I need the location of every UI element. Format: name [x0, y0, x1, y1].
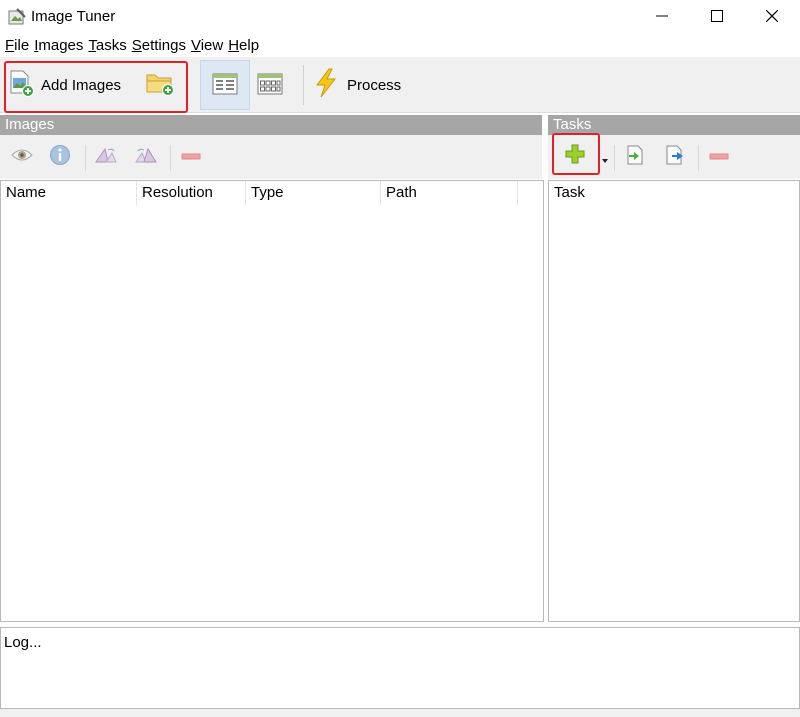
- import-icon: [626, 145, 644, 168]
- add-task-dropdown[interactable]: [600, 151, 610, 165]
- minus-icon: [709, 148, 729, 164]
- details-view-button[interactable]: [200, 60, 250, 110]
- add-task-button[interactable]: [560, 140, 590, 170]
- minimize-button[interactable]: [634, 0, 690, 34]
- thumbnails-view-icon: [257, 73, 283, 98]
- tasks-list[interactable]: Task: [548, 180, 800, 622]
- images-toolbar-separator: [85, 145, 86, 171]
- info-icon: [49, 144, 71, 169]
- add-image-file-icon: [9, 69, 35, 101]
- status-bar: [0, 709, 800, 717]
- column-header-path[interactable]: Path: [381, 181, 518, 205]
- rotate-right-button[interactable]: [132, 142, 160, 170]
- column-header-name[interactable]: Name: [1, 181, 137, 205]
- remove-image-button[interactable]: [177, 142, 205, 170]
- lightning-icon: [313, 68, 339, 102]
- tasks-toolbar-separator: [614, 145, 615, 171]
- export-icon: [665, 145, 685, 168]
- images-panel-header: Images: [0, 115, 542, 135]
- column-header-type[interactable]: Type: [246, 181, 381, 205]
- log-text: Log...: [4, 634, 42, 651]
- rotate-right-icon: [134, 146, 158, 167]
- close-icon: [765, 9, 779, 25]
- process-button[interactable]: Process: [313, 61, 413, 109]
- tasks-panel-header: Tasks: [548, 115, 800, 135]
- add-images-label: Add Images: [41, 76, 122, 94]
- column-header-task[interactable]: Task: [549, 181, 799, 205]
- add-images-button[interactable]: Add Images: [9, 61, 127, 109]
- menu-tasks[interactable]: Tasks: [83, 35, 126, 57]
- process-label: Process: [347, 76, 402, 94]
- add-folder-button[interactable]: [142, 61, 178, 109]
- menu-help[interactable]: Help: [223, 35, 259, 57]
- tasks-toolbar-separator-2: [698, 145, 699, 171]
- plus-icon: [564, 143, 586, 168]
- images-toolbar: [0, 135, 542, 179]
- menu-view[interactable]: View: [186, 35, 223, 57]
- maximize-button[interactable]: [689, 0, 745, 34]
- title-bar: Image Tuner: [0, 0, 800, 34]
- window-title: Image Tuner: [31, 8, 116, 25]
- details-view-icon: [212, 73, 238, 98]
- minimize-icon: [656, 9, 668, 25]
- tasks-toolbar: [548, 133, 800, 179]
- remove-task-button[interactable]: [705, 142, 733, 170]
- column-header-resolution[interactable]: Resolution: [137, 181, 246, 205]
- menu-bar: File Images Tasks Settings View Help: [0, 35, 800, 57]
- eye-icon: [11, 147, 33, 166]
- image-info-button[interactable]: [46, 142, 74, 170]
- export-task-button[interactable]: [661, 142, 689, 170]
- minus-icon: [181, 148, 201, 164]
- images-toolbar-separator-2: [170, 145, 171, 171]
- maximize-icon: [711, 9, 723, 25]
- close-button[interactable]: [744, 0, 800, 34]
- rotate-left-icon: [94, 146, 118, 167]
- toolbar-separator: [303, 65, 304, 105]
- images-list[interactable]: Name Resolution Type Path: [0, 180, 544, 622]
- menu-settings[interactable]: Settings: [127, 35, 186, 57]
- rotate-left-button[interactable]: [92, 142, 120, 170]
- menu-images[interactable]: Images: [29, 35, 83, 57]
- thumbnails-view-button[interactable]: [245, 60, 295, 110]
- menu-file[interactable]: File: [0, 35, 29, 57]
- app-logo-icon: [8, 8, 26, 26]
- preview-button[interactable]: [8, 142, 36, 170]
- log-panel: Log...: [0, 627, 800, 709]
- add-folder-icon: [145, 70, 175, 100]
- dropdown-arrow-icon: [602, 150, 608, 166]
- import-task-button[interactable]: [621, 142, 649, 170]
- main-toolbar: Add Images Process: [0, 57, 800, 113]
